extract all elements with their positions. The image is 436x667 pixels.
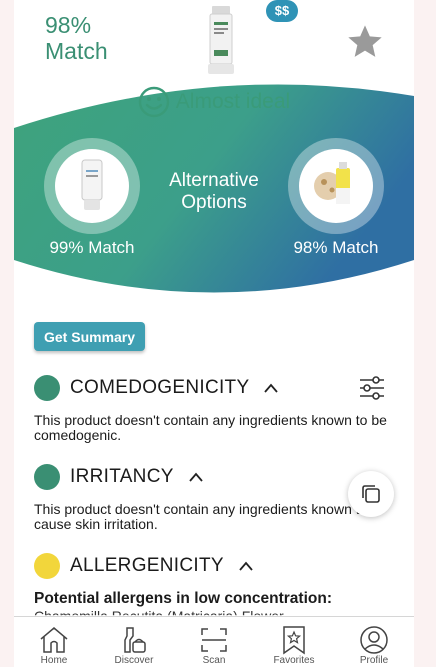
section-allergenicity-header[interactable]: ALLERGENICITY [34, 553, 254, 579]
section-title: IRRITANCY [70, 466, 174, 487]
section-irritancy-body: This product doesn't contain any ingredi… [34, 501, 368, 532]
star-icon[interactable] [345, 22, 385, 62]
get-summary-button[interactable]: Get Summary [34, 322, 146, 351]
chevron-up-icon [239, 561, 253, 571]
alternative-option-2[interactable] [288, 138, 384, 234]
profile-icon [360, 626, 388, 654]
alternative-match-1: 99% Match [49, 238, 135, 257]
section-comedogenicity-header[interactable]: COMEDOGENICITY [34, 375, 279, 401]
favorites-icon [283, 626, 305, 655]
filter-icon[interactable] [359, 376, 385, 400]
product-match-score: 98% Match [45, 12, 108, 64]
alternative-option-1[interactable] [44, 138, 140, 234]
chevron-up-icon [189, 472, 203, 482]
section-irritancy-header[interactable]: IRRITANCY [34, 464, 204, 490]
alternative-options-title: Alternative Options [169, 170, 259, 213]
verdict-label: Almost ideal [175, 90, 291, 113]
bottom-navigation: Home Discover Scan Favorites Profile [14, 616, 414, 667]
nav-home[interactable]: Home [14, 617, 94, 667]
status-dot [34, 375, 60, 401]
alternative-product-image [314, 162, 350, 204]
status-dot [34, 464, 60, 490]
copy-icon [362, 485, 380, 503]
section-title: COMEDOGENICITY [70, 377, 250, 398]
alternative-product-image [81, 159, 103, 210]
smile-icon [138, 86, 169, 118]
price-badge: $$ [266, 0, 298, 22]
section-comedogenicity-body: This product doesn't contain any ingredi… [34, 412, 387, 443]
nav-favorites[interactable]: Favorites [254, 617, 334, 667]
nav-scan[interactable]: Scan [174, 617, 254, 667]
chevron-up-icon [264, 383, 279, 393]
scan-icon [201, 628, 227, 652]
discover-icon [124, 627, 146, 653]
alternative-match-2: 98% Match [293, 238, 379, 257]
verdict: Almost ideal [14, 86, 414, 118]
product-image [208, 6, 234, 74]
allergen-subtitle: Potential allergens in low concentration… [34, 590, 332, 607]
status-dot [34, 553, 60, 579]
home-icon [40, 627, 68, 653]
section-title: ALLERGENICITY [70, 555, 224, 576]
nav-discover[interactable]: Discover [94, 617, 174, 667]
product-card: 98% Match $$ Almost ideal Alternative Op… [14, 0, 414, 667]
compare-button[interactable] [348, 471, 394, 517]
nav-profile[interactable]: Profile [334, 617, 414, 667]
